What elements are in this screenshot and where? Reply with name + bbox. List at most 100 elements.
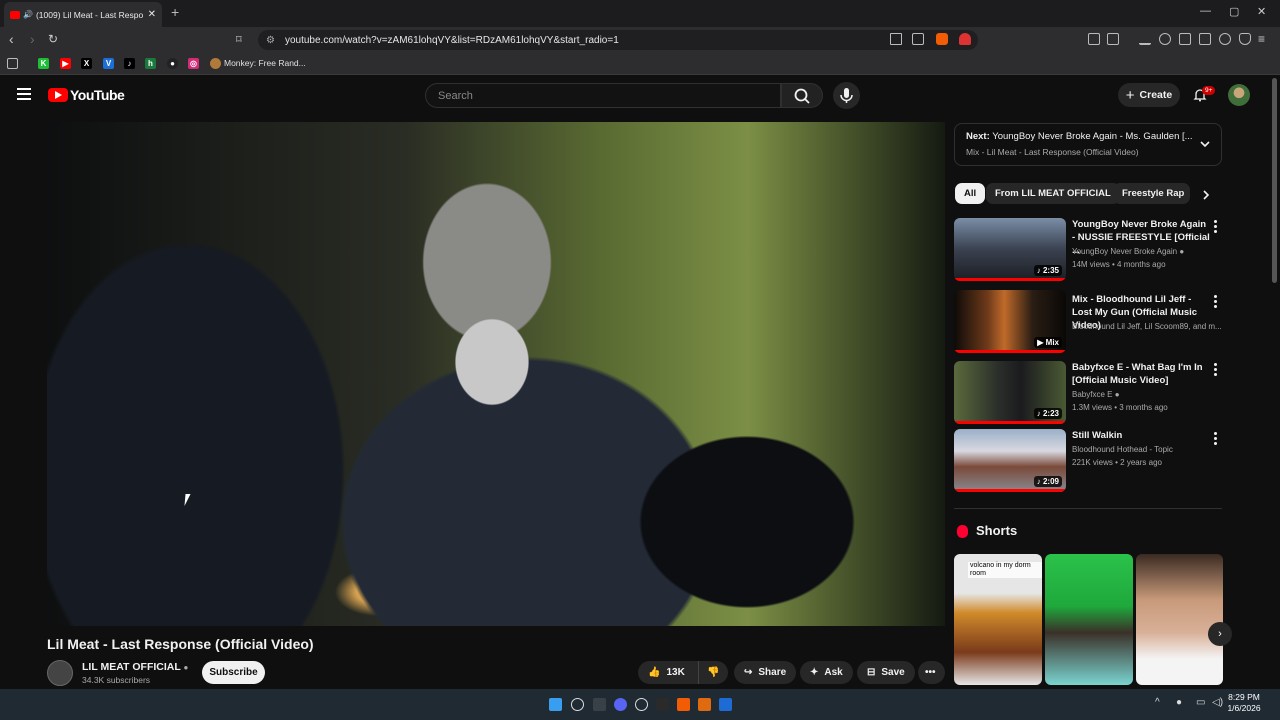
media-icon[interactable] [1159,33,1171,45]
dislike-button[interactable]: 👎 [698,661,728,684]
microphone-tray-icon[interactable]: ● [1176,697,1182,708]
volume-icon[interactable]: ◁) [1212,697,1223,708]
minimize-button[interactable]: — [1200,5,1211,17]
wallet-icon[interactable] [1199,33,1211,45]
brave-browser-icon[interactable] [677,698,690,711]
verified-icon: ● [183,663,189,672]
sidebar-icon[interactable] [1179,33,1191,45]
video-channel[interactable]: Babyfxce E ● [1072,390,1222,399]
channel-avatar[interactable] [47,660,73,686]
save-button[interactable]: ⊟ Save [857,661,915,684]
taskbar-search-icon[interactable] [571,698,584,711]
browser-tab[interactable]: 🔊 (1009) Lil Meat - Last Respon ✕ [4,2,162,27]
reload-icon[interactable]: ↻ [48,32,58,46]
video-meta: 1.3M views • 3 months ago [1072,403,1168,412]
more-vertical-icon[interactable] [1214,220,1218,235]
chevron-right-icon[interactable] [1202,189,1210,201]
more-vertical-icon[interactable] [1214,363,1218,378]
account-avatar[interactable] [1228,84,1250,106]
apps-grid-icon[interactable] [7,58,18,69]
kick-bookmark-icon[interactable]: K [38,58,49,69]
search-button[interactable] [781,83,823,108]
shorts-next-button[interactable]: › [1208,622,1232,646]
cast-icon[interactable] [890,33,902,45]
menu-icon[interactable]: ≡ [1258,32,1265,46]
discord-icon[interactable] [614,698,627,711]
create-button[interactable]: + Create [1118,83,1180,107]
chevron-down-icon[interactable] [1199,140,1211,148]
chip-all[interactable]: All [955,183,986,204]
guide-menu-icon[interactable] [17,88,31,103]
youtube-logo-text[interactable]: YouTube [70,87,125,103]
video-thumbnail[interactable]: ♪ 2:09 [954,429,1066,492]
short-thumbnail[interactable] [1045,554,1133,685]
save-icon: ⊟ [867,667,876,678]
youtube-logo-icon[interactable] [48,88,68,102]
url-bar[interactable]: ⚙ youtube.com/watch?v=zAM61lohqVY&list=R… [258,30,978,50]
channel-name-text: LIL MEAT OFFICIAL [82,661,181,673]
tiktok-bookmark-icon[interactable]: ♪ [124,58,135,69]
video-channel[interactable]: YoungBoy Never Broke Again ● [1072,247,1222,256]
url-text: youtube.com/watch?v=zAM61lohqVY&list=RDz… [284,34,619,46]
voice-search-button[interactable] [833,82,860,109]
video-thumbnail[interactable]: ♪ 2:23 [954,361,1066,424]
steam-icon[interactable] [635,698,648,711]
more-actions-button[interactable]: ••• [918,661,945,684]
maximize-button[interactable]: ▢ [1229,5,1239,18]
vscode-icon[interactable] [719,698,732,711]
chip-from-channel[interactable]: From LIL MEAT OFFICIAL [986,183,1120,204]
start-menu-icon[interactable] [549,698,562,711]
video-channel[interactable]: Bloodhound Lil Jeff, Lil Scoom89, and m.… [1072,322,1222,331]
channel-name[interactable]: LIL MEAT OFFICIAL ● [82,661,188,673]
bookmark-h-icon[interactable]: h [145,58,156,69]
leo-ai-icon[interactable] [1219,33,1231,45]
video-player[interactable] [47,122,945,626]
search-input[interactable]: Search [425,83,781,108]
video-title-link[interactable]: Still Walkin [1072,429,1210,442]
brave-rewards-icon[interactable] [959,33,971,45]
vpn-icon[interactable] [1239,33,1251,45]
new-tab-button[interactable]: + [171,4,179,20]
video-title-link[interactable]: Babyfxce E - What Bag I'm In [Official M… [1072,361,1210,387]
share-button[interactable]: ↪ Share [734,661,797,684]
close-window-button[interactable]: ✕ [1257,5,1266,18]
extensions-icon[interactable] [1088,33,1100,45]
office-app-icon[interactable] [698,698,711,711]
short-thumbnail[interactable]: volcano in my dorm room [954,554,1042,685]
taskbar-clock[interactable]: 8:29 PM 1/6/2026 [1226,692,1262,714]
short-thumbnail[interactable] [1136,554,1223,685]
youtube-bookmark-icon[interactable]: ▶ [60,58,71,69]
bookmark-circle-icon[interactable]: ● [167,58,178,69]
chip-freestyle-rap[interactable]: Freestyle Rap [1113,183,1190,204]
back-icon[interactable]: ‹ [9,31,14,47]
screenshot-icon[interactable] [1107,33,1119,45]
search-icon [794,88,810,104]
video-thumbnail[interactable]: ♪ 2:35 [954,218,1066,281]
bookmark-icon[interactable]: ⌑ [236,33,242,46]
page-scrollbar[interactable] [1272,78,1277,283]
cursor-app-icon[interactable] [656,698,669,711]
instagram-bookmark-icon[interactable]: ◎ [188,58,199,69]
site-settings-icon[interactable]: ⚙ [266,35,275,46]
downloads-icon[interactable] [1139,33,1151,45]
more-vertical-icon[interactable] [1214,432,1218,447]
network-icon[interactable]: ▭ [1196,697,1205,708]
like-button[interactable]: 👍 13K [638,661,698,684]
more-vertical-icon[interactable] [1214,295,1218,310]
subscribe-button[interactable]: Subscribe [202,661,265,684]
brave-shields-icon[interactable] [936,33,948,45]
ask-button[interactable]: ✦ Ask [800,661,853,684]
x-bookmark-icon[interactable]: X [81,58,92,69]
video-channel[interactable]: Bloodhound Hothead - Topic [1072,445,1222,454]
speaker-icon[interactable]: 🔊 [23,10,33,19]
video-thumbnail[interactable]: ▶ Mix [954,290,1066,353]
close-tab-icon[interactable]: ✕ [148,9,156,20]
monkey-bookmark-label[interactable]: Monkey: Free Rand... [224,58,306,68]
playlist-panel[interactable] [954,123,1222,166]
tray-chevron-icon[interactable]: ^ [1155,697,1160,708]
task-view-icon[interactable] [593,698,606,711]
bookmark-blue-icon[interactable]: V [103,58,114,69]
share-page-icon[interactable] [912,33,924,45]
forward-icon[interactable]: › [30,31,35,47]
monkey-bookmark-icon[interactable] [210,58,221,69]
